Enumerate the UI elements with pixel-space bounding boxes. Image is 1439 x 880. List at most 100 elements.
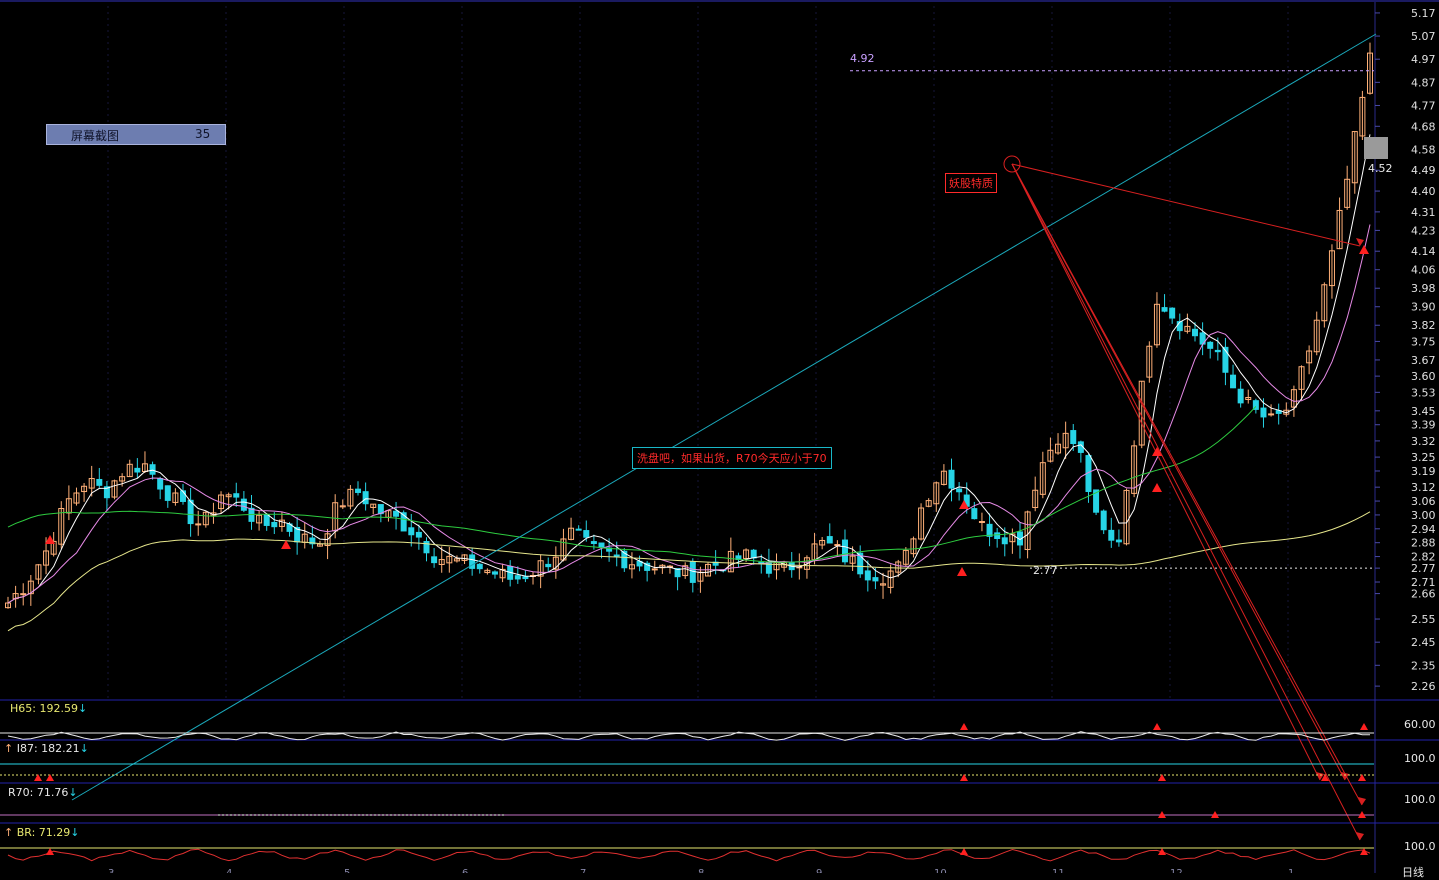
candle-body bbox=[651, 568, 658, 571]
indicator-h65-ref: 60.00 bbox=[1404, 718, 1436, 731]
candle-body bbox=[149, 464, 156, 475]
candle-body bbox=[986, 523, 993, 537]
y-tick-label: 4.40 bbox=[1411, 185, 1436, 198]
month-label: 8 bbox=[698, 868, 704, 873]
candle-body bbox=[1115, 539, 1122, 543]
candle-body bbox=[1207, 341, 1214, 349]
candle-body bbox=[1100, 510, 1107, 531]
period-label[interactable]: 日线 bbox=[1402, 864, 1424, 880]
indicator-signal bbox=[960, 848, 968, 855]
y-tick-label: 2.35 bbox=[1411, 659, 1436, 672]
ma120-line bbox=[7, 511, 1371, 632]
candle-body bbox=[476, 563, 483, 570]
candle-body bbox=[1230, 374, 1237, 389]
signal-marker bbox=[957, 567, 967, 576]
ma60-line bbox=[7, 406, 1257, 563]
screenshot-counter[interactable]: 屏幕截图 35 bbox=[46, 124, 226, 145]
month-label: 12 bbox=[1170, 868, 1183, 873]
y-tick-label: 3.12 bbox=[1411, 481, 1436, 494]
arrowhead bbox=[1358, 797, 1366, 805]
y-tick-label: 4.14 bbox=[1411, 245, 1436, 258]
annotation-demon[interactable]: 妖股特质 bbox=[945, 173, 997, 193]
indicator-signal bbox=[1360, 723, 1368, 730]
y-tick-label: 4.68 bbox=[1411, 120, 1436, 133]
candle-body bbox=[971, 508, 978, 520]
candle-body bbox=[514, 575, 521, 580]
ma10-line bbox=[7, 224, 1371, 604]
annotation-arrow bbox=[1011, 163, 1361, 841]
month-label: 6 bbox=[462, 868, 468, 873]
indicator-i87-ref: 100.0 bbox=[1404, 752, 1436, 765]
candle-body bbox=[164, 485, 171, 501]
candle-body bbox=[393, 510, 400, 517]
y-tick-label: 2.77 bbox=[1411, 562, 1436, 575]
candle-body bbox=[864, 570, 871, 581]
indicator-h65-label: H65: 192.59↓ bbox=[10, 702, 88, 715]
screenshot-label: 屏幕截图 bbox=[71, 129, 120, 143]
month-label: 1 bbox=[1288, 868, 1294, 873]
signal-marker bbox=[1152, 483, 1162, 492]
candle-body bbox=[1237, 388, 1244, 404]
candle-body bbox=[1268, 413, 1275, 416]
y-tick-label: 4.06 bbox=[1411, 264, 1436, 277]
y-tick-label: 2.26 bbox=[1411, 680, 1436, 693]
candle-body bbox=[431, 556, 438, 564]
trend-line bbox=[71, 33, 1377, 801]
y-tick-label: 3.06 bbox=[1411, 495, 1436, 508]
candle-body bbox=[1176, 321, 1183, 332]
candle-body bbox=[233, 493, 240, 498]
ma5-line bbox=[7, 134, 1371, 604]
candle-body bbox=[826, 536, 833, 544]
candle-body bbox=[750, 549, 757, 559]
y-tick-label: 3.67 bbox=[1411, 354, 1436, 367]
y-tick-label: 3.00 bbox=[1411, 509, 1436, 522]
y-tick-label: 3.32 bbox=[1411, 435, 1436, 448]
y-tick-label: 4.97 bbox=[1411, 53, 1436, 66]
candle-body bbox=[134, 467, 141, 473]
arrowhead bbox=[1356, 832, 1364, 840]
y-tick-label: 4.23 bbox=[1411, 224, 1436, 237]
candle-body bbox=[545, 563, 552, 568]
month-label: 7 bbox=[580, 868, 586, 873]
candle-body bbox=[948, 469, 955, 489]
candle-body bbox=[872, 577, 879, 582]
candle-body bbox=[157, 478, 164, 490]
candle-body bbox=[415, 531, 422, 538]
annotation-wash[interactable]: 洗盘吧，如果出货，R70今天应小于70 bbox=[632, 447, 832, 469]
y-tick-label: 2.66 bbox=[1411, 588, 1436, 601]
y-tick-label: 3.39 bbox=[1411, 419, 1436, 432]
indicator-br-ref: 100.0 bbox=[1404, 840, 1436, 853]
screenshot-count: 35 bbox=[195, 127, 211, 141]
candle-body bbox=[195, 523, 202, 526]
y-tick-label: 2.88 bbox=[1411, 537, 1436, 550]
annotation-arrow bbox=[1011, 163, 1361, 247]
indicator-signal bbox=[960, 723, 968, 730]
signal-marker bbox=[1359, 245, 1369, 254]
y-tick-label: 4.77 bbox=[1411, 99, 1436, 112]
y-tick-label: 3.45 bbox=[1411, 405, 1436, 418]
level-high-label: 4.92 bbox=[850, 52, 875, 65]
candle-body bbox=[994, 532, 1001, 540]
y-tick-label: 5.07 bbox=[1411, 30, 1436, 43]
month-label: 5 bbox=[344, 868, 350, 873]
candle-body bbox=[1001, 537, 1008, 545]
candle-body bbox=[978, 521, 985, 524]
candle-body bbox=[96, 478, 103, 486]
candle-body bbox=[1214, 349, 1221, 353]
candle-body bbox=[240, 498, 247, 511]
price-box bbox=[1364, 137, 1388, 159]
y-tick-label: 3.19 bbox=[1411, 465, 1436, 478]
y-tick-label: 2.55 bbox=[1411, 613, 1436, 626]
y-tick-label: 4.49 bbox=[1411, 164, 1436, 177]
candle-body bbox=[1260, 407, 1267, 418]
candle-body bbox=[1108, 529, 1115, 541]
month-label: 4 bbox=[226, 868, 232, 873]
candle-body bbox=[271, 521, 278, 528]
candle-body bbox=[522, 576, 529, 580]
candle-body bbox=[1169, 307, 1176, 319]
y-tick-label: 2.45 bbox=[1411, 636, 1436, 649]
indicator-signal bbox=[1153, 723, 1161, 730]
candle-body bbox=[20, 593, 27, 596]
y-tick-label: 3.82 bbox=[1411, 319, 1436, 332]
candle-body bbox=[834, 544, 841, 547]
